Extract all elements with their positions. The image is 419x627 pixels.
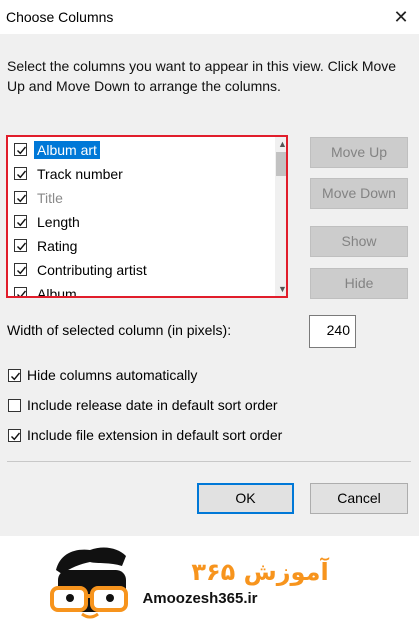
move-down-button[interactable]: Move Down [310,178,408,209]
checkmark-icon [17,290,27,296]
dialog-title: Choose Columns [6,9,114,25]
hide-button[interactable]: Hide [310,268,408,299]
watermark-mascot-icon: آموزش ۳۶۵ Amoozesh365.ir [50,547,329,619]
option-label: Include file extension in default sort o… [27,427,283,443]
title-bar: Choose Columns ✕ [0,0,419,34]
column-checkbox[interactable] [14,191,27,204]
dialog-description: Select the columns you want to appear in… [7,58,397,94]
column-label: Length [37,214,80,230]
ok-button[interactable]: OK [197,483,294,514]
column-label: Album [37,286,77,298]
scrollbar-thumb[interactable] [276,152,286,176]
listbox-scrollbar[interactable]: ▲ ▼ [275,137,286,296]
watermark-logo: آموزش ۳۶۵ Amoozesh365.ir [0,536,419,622]
cancel-button[interactable]: Cancel [310,483,408,514]
column-row[interactable]: Rating [11,235,273,257]
watermark-persian-title: آموزش ۳۶۵ [191,557,329,586]
watermark-text: Amoozesh365.ir [142,590,257,607]
column-row[interactable]: Track number [11,163,273,185]
column-checkbox[interactable] [14,287,27,296]
column-checkbox[interactable] [14,215,27,228]
checkmark-icon [17,242,27,251]
option-checkbox-row[interactable]: Include release date in default sort ord… [7,396,407,416]
column-label: Album art [34,141,100,159]
option-label: Include release date in default sort ord… [27,397,278,413]
checkmark-icon [11,372,21,381]
column-checkbox[interactable] [14,167,27,180]
column-checkbox[interactable] [14,239,27,252]
close-icon[interactable]: ✕ [386,2,416,32]
column-row[interactable]: Length [11,211,273,233]
separator [7,461,411,462]
columns-listbox[interactable]: Album art Track number Title Length Rating Co… [6,135,288,298]
option-checkbox[interactable] [8,369,21,382]
choose-columns-dialog: Choose Columns ✕ Select the columns you … [0,0,419,536]
checkmark-icon [17,266,27,275]
checkmark-icon [17,218,27,227]
option-checkbox[interactable] [8,399,21,412]
show-button[interactable]: Show [310,226,408,257]
checkmark-icon [17,170,27,179]
column-row[interactable]: Album [11,283,273,298]
width-input[interactable]: 240 [309,315,356,348]
column-row[interactable]: Album art [11,139,273,161]
option-checkbox-row[interactable]: Hide columns automatically [7,366,407,386]
column-label: Track number [37,166,123,182]
column-label: Title [37,190,63,206]
checkmark-icon [11,432,21,441]
column-checkbox[interactable] [14,143,27,156]
column-label: Rating [37,238,78,254]
width-label: Width of selected column (in pixels): [7,322,232,338]
move-up-button[interactable]: Move Up [310,137,408,168]
checkmark-icon [17,194,27,203]
scroll-down-arrow-icon[interactable]: ▼ [275,282,286,296]
option-checkbox-row[interactable]: Include file extension in default sort o… [7,426,407,446]
scroll-up-arrow-icon[interactable]: ▲ [275,137,286,151]
column-label: Contributing artist [37,262,147,278]
column-row[interactable]: Contributing artist [11,259,273,281]
column-checkbox[interactable] [14,263,27,276]
option-checkbox[interactable] [8,429,21,442]
option-label: Hide columns automatically [27,367,198,383]
column-row[interactable]: Title [11,187,273,209]
checkmark-icon [17,146,27,155]
